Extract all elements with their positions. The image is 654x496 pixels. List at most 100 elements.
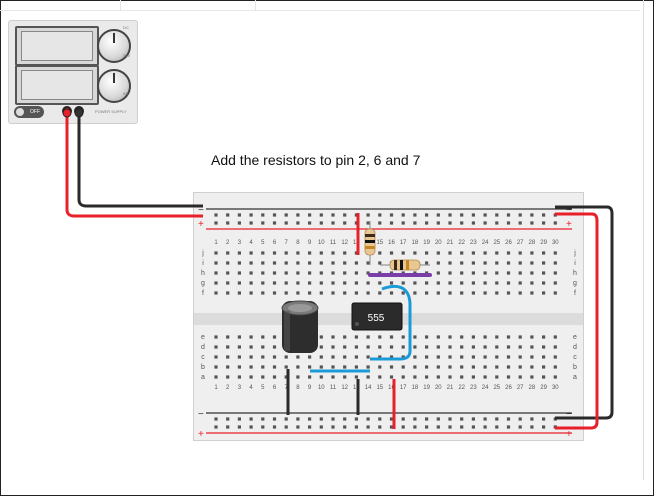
breadboard-hole[interactable] [308,375,312,379]
breadboard-hole[interactable] [331,221,335,225]
breadboard-hole[interactable] [354,355,358,359]
breadboard-hole[interactable] [214,251,218,255]
breadboard-hole[interactable] [401,417,405,421]
breadboard-hole[interactable] [319,221,323,225]
breadboard-hole[interactable] [436,221,440,225]
breadboard-hole[interactable] [530,261,534,265]
breadboard-hole[interactable] [506,291,511,295]
breadboard-hole[interactable] [471,221,475,225]
breadboard-hole[interactable] [378,345,382,349]
breadboard-hole[interactable] [495,213,499,217]
breadboard-hole[interactable] [343,251,347,255]
breadboard-hole[interactable] [331,425,335,429]
breadboard-hole[interactable] [214,271,218,275]
breadboard-hole[interactable] [366,375,370,379]
breadboard-hole[interactable] [436,417,440,421]
breadboard-hole[interactable] [226,213,230,217]
breadboard-hole[interactable] [343,291,347,295]
breadboard-hole[interactable] [319,271,323,275]
breadboard-hole[interactable] [214,375,218,379]
breadboard-hole[interactable] [483,291,487,295]
breadboard-hole[interactable] [460,375,464,379]
breadboard-hole[interactable] [425,221,429,225]
breadboard-hole[interactable] [366,417,370,421]
breadboard-hole[interactable] [354,271,358,275]
breadboard-hole[interactable] [460,271,464,275]
breadboard-hole[interactable] [506,375,511,379]
breadboard-hole[interactable] [413,213,417,217]
breadboard-hole[interactable] [448,261,452,265]
breadboard-hole[interactable] [495,251,499,255]
breadboard-hole[interactable] [226,365,230,369]
current-knob-icon[interactable] [97,69,131,103]
breadboard-hole[interactable] [495,417,499,421]
breadboard-hole[interactable] [425,213,429,217]
breadboard[interactable]: − + − + − + − + 1 1 2 2 3 3 4 4 5 5 6 6 7 7 8 8 9 9 10 10 11… [193,192,584,441]
breadboard-hole[interactable] [354,291,358,295]
breadboard-hole[interactable] [296,291,300,295]
breadboard-hole[interactable] [413,291,417,295]
breadboard-hole[interactable] [530,281,534,285]
breadboard-hole[interactable] [460,213,464,217]
resistor-2-icon[interactable] [380,259,430,271]
breadboard-hole[interactable] [378,335,382,339]
breadboard-hole[interactable] [542,335,546,339]
breadboard-hole[interactable] [542,221,546,225]
breadboard-hole[interactable] [413,345,417,349]
breadboard-hole[interactable] [331,251,335,255]
breadboard-hole[interactable] [308,355,312,359]
breadboard-hole[interactable] [237,213,241,217]
breadboard-hole[interactable] [425,365,429,369]
breadboard-hole[interactable] [272,271,277,275]
breadboard-hole[interactable] [343,271,347,275]
breadboard-hole[interactable] [354,365,358,369]
breadboard-hole[interactable] [518,335,522,339]
breadboard-hole[interactable] [436,213,440,217]
breadboard-hole[interactable] [518,261,522,265]
breadboard-hole[interactable] [506,365,511,369]
breadboard-hole[interactable] [448,271,452,275]
breadboard-hole[interactable] [237,425,241,429]
breadboard-hole[interactable] [272,375,277,379]
breadboard-hole[interactable] [284,425,288,429]
breadboard-hole[interactable] [448,335,452,339]
breadboard-hole[interactable] [518,221,522,225]
breadboard-hole[interactable] [495,355,499,359]
breadboard-hole[interactable] [343,365,347,369]
breadboard-hole[interactable] [506,251,511,255]
breadboard-hole[interactable] [226,291,230,295]
breadboard-hole[interactable] [401,291,405,295]
breadboard-hole[interactable] [343,213,347,217]
breadboard-hole[interactable] [237,251,241,255]
breadboard-hole[interactable] [401,221,405,225]
breadboard-hole[interactable] [530,425,534,429]
breadboard-hole[interactable] [214,417,218,421]
breadboard-hole[interactable] [237,335,241,339]
breadboard-hole[interactable] [237,221,241,225]
breadboard-hole[interactable] [495,335,499,339]
breadboard-hole[interactable] [389,345,394,349]
breadboard-hole[interactable] [471,271,475,275]
breadboard-hole[interactable] [261,355,265,359]
breadboard-hole[interactable] [284,251,288,255]
breadboard-hole[interactable] [331,365,335,369]
breadboard-hole[interactable] [261,221,265,225]
breadboard-hole[interactable] [366,335,370,339]
breadboard-hole[interactable] [296,221,300,225]
breadboard-hole[interactable] [308,271,312,275]
breadboard-hole[interactable] [214,213,218,217]
breadboard-hole[interactable] [448,345,452,349]
breadboard-hole[interactable] [249,425,253,429]
breadboard-hole[interactable] [436,251,440,255]
breadboard-hole[interactable] [343,417,347,421]
breadboard-hole[interactable] [413,221,417,225]
breadboard-hole[interactable] [261,375,265,379]
breadboard-hole[interactable] [237,291,241,295]
breadboard-hole[interactable] [331,261,335,265]
breadboard-hole[interactable] [483,271,487,275]
breadboard-hole[interactable] [425,375,429,379]
breadboard-hole[interactable] [471,335,475,339]
breadboard-hole[interactable] [542,425,546,429]
breadboard-hole[interactable] [506,355,511,359]
breadboard-hole[interactable] [296,213,300,217]
